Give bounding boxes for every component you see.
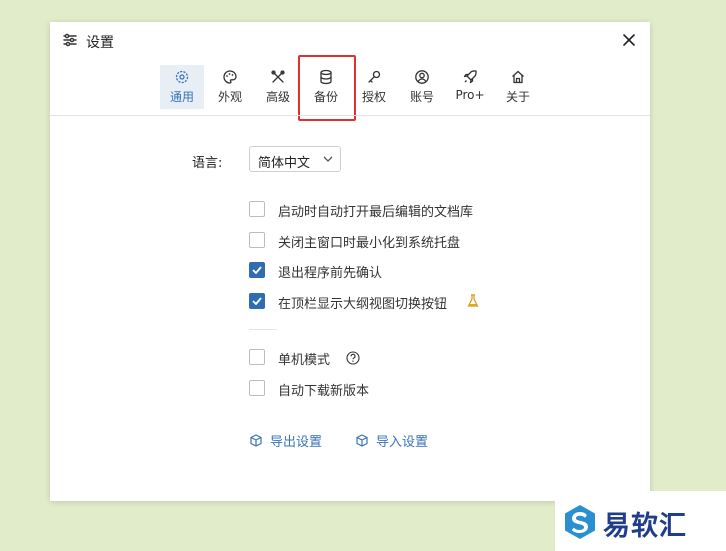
tab-appearance[interactable]: 外观 — [208, 65, 252, 109]
tab-label: 外观 — [217, 90, 242, 104]
database-icon — [320, 69, 332, 85]
tab-advanced[interactable]: 高级 — [256, 65, 300, 109]
user-circle-icon — [415, 70, 429, 84]
option-label: 自动下载新版本 — [278, 384, 370, 399]
checkbox[interactable] — [249, 201, 265, 217]
watermark-text: 易软汇 — [603, 511, 687, 542]
tab-label: 通用 — [169, 90, 194, 104]
tab-label: 高级 — [265, 90, 290, 104]
tab-label: 授权 — [361, 90, 386, 104]
home-icon — [512, 70, 524, 84]
sliders-icon — [63, 33, 77, 47]
tab-license[interactable]: 授权 — [352, 65, 396, 109]
box-export-icon — [250, 434, 262, 447]
check-icon — [252, 266, 262, 274]
option-label: 启动时自动打开最后编辑的文档库 — [278, 205, 474, 220]
section-separator — [249, 329, 277, 330]
tab-label: Pro+ — [455, 88, 485, 102]
watermark: 易软汇 — [555, 491, 726, 551]
question-circle-icon[interactable] — [346, 351, 360, 365]
tab-backup[interactable]: 备份 — [304, 65, 348, 109]
titlebar: 设置 — [50, 22, 650, 60]
key-icon — [368, 70, 381, 83]
language-label: 语言: — [192, 156, 223, 171]
checkbox[interactable] — [249, 232, 265, 248]
checkbox-checked[interactable] — [249, 262, 265, 278]
gear-icon — [175, 70, 189, 84]
tools-icon — [271, 70, 285, 83]
language-select[interactable]: 简体中文 — [249, 146, 341, 172]
tab-label: 备份 — [313, 90, 338, 104]
tab-divider — [50, 115, 650, 116]
option-label: 在顶栏显示大纲视图切换按钮 — [278, 297, 448, 312]
option-label: 退出程序前先确认 — [278, 266, 383, 281]
rocket-icon — [463, 70, 477, 84]
option-label: 关闭主窗口时最小化到系统托盘 — [278, 236, 461, 251]
tab-general[interactable]: 通用 — [160, 65, 204, 109]
import-settings-label: 导入设置 — [376, 435, 429, 450]
dialog-title: 设置 — [86, 35, 114, 51]
tab-account[interactable]: 账号 — [400, 65, 444, 109]
box-import-icon — [356, 434, 368, 447]
chevron-down-icon — [323, 156, 333, 162]
tab-pro[interactable]: Pro+ — [448, 65, 492, 109]
export-settings-label: 导出设置 — [270, 435, 323, 450]
option-label: 单机模式 — [278, 353, 331, 368]
close-icon[interactable] — [620, 31, 638, 49]
check-icon — [252, 297, 262, 305]
checkbox[interactable] — [249, 349, 265, 365]
tab-label: 账号 — [409, 90, 434, 104]
tab-about[interactable]: 关于 — [496, 65, 540, 109]
settings-dialog: 设置 通用 外观 高级 备份 授权 账号 Pro+ 关于 语言: 简体中文 启动… — [50, 22, 650, 501]
tab-label: 关于 — [505, 90, 530, 104]
checkbox[interactable] — [249, 380, 265, 396]
flask-icon — [467, 294, 479, 307]
checkbox-checked[interactable] — [249, 293, 265, 309]
watermark-logo-icon — [565, 505, 595, 539]
palette-icon — [223, 70, 237, 84]
language-value: 简体中文 — [258, 156, 311, 171]
